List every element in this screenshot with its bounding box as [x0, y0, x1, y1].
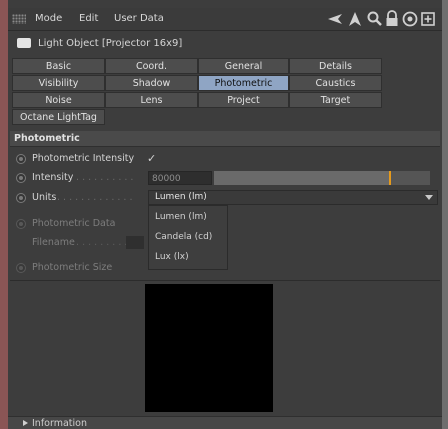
- intensity-keyframe-icon[interactable]: [16, 173, 26, 183]
- tab-target[interactable]: Target: [289, 92, 382, 108]
- back-arrow-icon[interactable]: [326, 10, 344, 28]
- information-label: Information: [32, 418, 87, 429]
- grip-icon[interactable]: [12, 14, 26, 24]
- intensity-slider-fill: [214, 171, 392, 185]
- menu-mode[interactable]: Mode: [35, 13, 62, 24]
- up-arrow-icon[interactable]: [346, 10, 364, 28]
- units-dropdown-menu: Lumen (lm) Candela (cd) Lux (lx): [148, 205, 228, 270]
- left-edge-strip: [0, 0, 8, 429]
- units-option-lumen[interactable]: Lumen (lm): [155, 212, 207, 222]
- photometric-data-keyframe-icon: [16, 219, 26, 229]
- ies-preview-image: [145, 284, 273, 412]
- expand-triangle-icon[interactable]: [23, 420, 28, 426]
- photometric-intensity-label: Photometric Intensity: [32, 153, 135, 164]
- menu-bar: Mode Edit User Data: [8, 8, 442, 31]
- units-option-lux[interactable]: Lux (lx): [155, 252, 189, 262]
- intensity-slider-handle[interactable]: [389, 171, 392, 185]
- menu-edit[interactable]: Edit: [79, 13, 98, 24]
- tab-details[interactable]: Details: [289, 58, 382, 74]
- tab-visibility[interactable]: Visibility: [12, 75, 105, 91]
- photometric-size-keyframe-icon: [16, 263, 26, 273]
- tab-octane-lighttag[interactable]: Octane LightTag: [12, 109, 105, 125]
- object-row: Light Object [Projector 16x9]: [8, 34, 442, 54]
- photometric-size-label: Photometric Size: [32, 262, 113, 273]
- filename-leader-dots: . . . . . . . . . . .: [70, 237, 134, 248]
- tab-basic[interactable]: Basic: [12, 58, 105, 74]
- lock-icon[interactable]: [383, 10, 401, 28]
- object-title: Light Object [Projector 16x9]: [38, 38, 183, 49]
- photometric-intensity-keyframe-icon[interactable]: [16, 154, 26, 164]
- tab-noise[interactable]: Noise: [12, 92, 105, 108]
- section-title: Photometric: [14, 133, 80, 144]
- photometric-intensity-checkbox[interactable]: ✓: [147, 152, 156, 165]
- intensity-label: Intensity: [32, 172, 74, 183]
- photometric-data-label: Photometric Data: [32, 218, 116, 229]
- tab-general[interactable]: General: [198, 58, 289, 74]
- units-dropdown[interactable]: Lumen (lm): [148, 190, 438, 205]
- filename-label: Filename: [32, 237, 75, 248]
- chevron-down-icon: [425, 195, 433, 200]
- units-leader-dots: . . . . . . . . . . . . .: [57, 192, 133, 203]
- units-keyframe-icon[interactable]: [16, 193, 26, 203]
- units-option-candela[interactable]: Candela (cd): [155, 232, 212, 242]
- divider: [10, 280, 440, 281]
- attribute-manager-panel: Mode Edit User Data Light Object [Projec…: [8, 0, 442, 429]
- filename-field: [126, 236, 144, 249]
- right-edge-strip: [442, 0, 448, 429]
- units-label: Units: [32, 192, 57, 203]
- tab-photometric[interactable]: Photometric: [198, 75, 289, 91]
- tab-coord[interactable]: Coord.: [105, 58, 198, 74]
- tab-shadow[interactable]: Shadow: [105, 75, 198, 91]
- intensity-leader-dots: . . . . . . . . . . .: [70, 172, 134, 183]
- tab-lens[interactable]: Lens: [105, 92, 198, 108]
- section-header: Photometric: [10, 131, 440, 147]
- new-panel-icon[interactable]: [419, 10, 437, 28]
- information-section[interactable]: Information: [8, 416, 442, 429]
- tab-caustics[interactable]: Caustics: [289, 75, 382, 91]
- units-selected-value: Lumen (lm): [155, 192, 207, 202]
- intensity-input[interactable]: 80000: [148, 171, 212, 185]
- search-icon[interactable]: [366, 10, 384, 28]
- target-icon[interactable]: [401, 10, 419, 28]
- intensity-slider[interactable]: [214, 171, 430, 185]
- light-object-icon: [17, 38, 31, 48]
- menu-user-data[interactable]: User Data: [114, 13, 164, 24]
- tab-project[interactable]: Project: [198, 92, 289, 108]
